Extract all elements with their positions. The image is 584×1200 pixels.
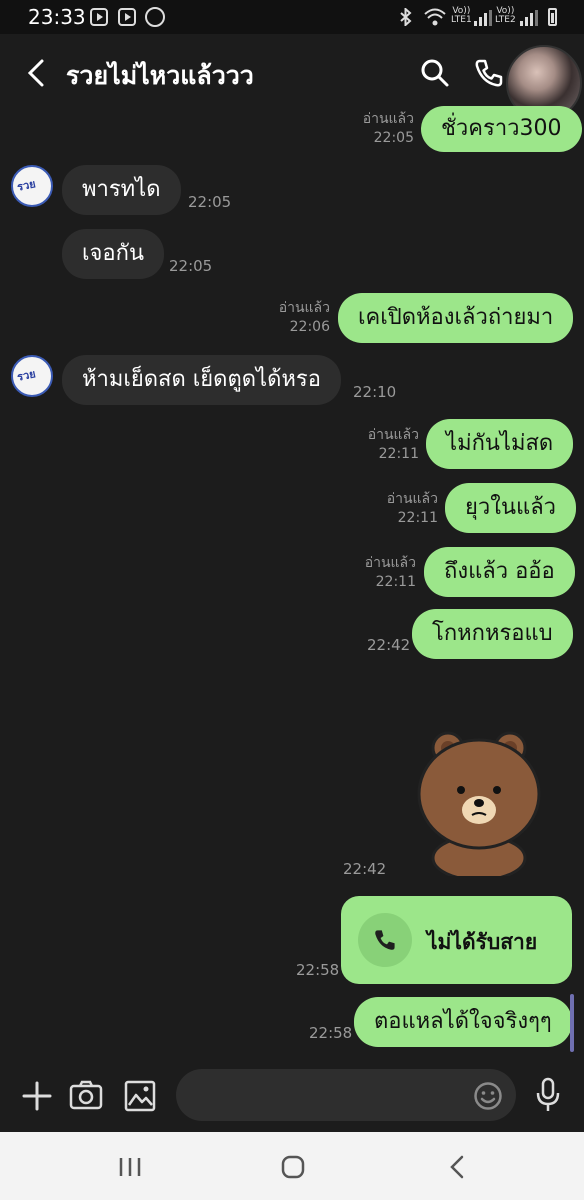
recent-apps-icon[interactable] xyxy=(118,1156,142,1178)
message-time: 22:42 xyxy=(343,860,387,878)
message-meta: อ่านแล้ว 22:05 xyxy=(340,110,414,148)
read-receipt: อ่านแล้ว xyxy=(364,555,416,571)
lte2-label: LTE2 xyxy=(495,15,516,25)
back-nav-icon[interactable] xyxy=(448,1155,466,1179)
message-time: 22:06 xyxy=(289,319,330,335)
back-arrow-icon[interactable] xyxy=(24,58,50,88)
avatar-logo-text: รวย xyxy=(15,177,37,194)
youtube-icon xyxy=(90,8,108,26)
outgoing-message[interactable]: ตอแหลได้ใจจริงๆๆ xyxy=(354,997,572,1047)
read-receipt: อ่านแล้ว xyxy=(367,427,419,443)
status-time: 23:33 xyxy=(28,5,86,29)
outgoing-message[interactable]: โกหกหรอแบ xyxy=(412,609,573,659)
bluetooth-icon xyxy=(400,8,412,26)
phone-icon[interactable] xyxy=(474,58,504,88)
signal-icon xyxy=(520,10,538,26)
message-time: 22:11 xyxy=(375,574,416,590)
phone-icon xyxy=(375,930,395,950)
status-bar: 23:33 Vo)) LTE1 Vo)) LTE2 xyxy=(0,0,584,34)
message-time: 22:05 xyxy=(373,130,414,146)
read-receipt: อ่านแล้ว xyxy=(362,111,414,127)
message-time: 22:42 xyxy=(367,636,411,654)
battery-icon xyxy=(548,8,557,26)
lte1-indicator: Vo)) LTE1 xyxy=(451,7,472,25)
message-time: 22:11 xyxy=(378,446,419,462)
home-icon[interactable] xyxy=(281,1155,305,1179)
message-time: 22:11 xyxy=(397,510,438,526)
scrollbar[interactable] xyxy=(570,994,574,1052)
missed-call-label: ไม่ได้รับสาย xyxy=(427,930,538,954)
incoming-message[interactable]: ห้ามเย็ดสด เย็ดตูดได้หรอ xyxy=(62,355,341,405)
search-icon[interactable] xyxy=(420,58,450,88)
incoming-message[interactable]: พารทได xyxy=(62,165,181,215)
message-input[interactable] xyxy=(176,1069,516,1121)
message-time: 22:10 xyxy=(353,383,397,401)
outgoing-message[interactable]: เคเปิดห้องเล้วถ่ายมา xyxy=(338,293,574,343)
message-meta: อ่านแล้ว 22:11 xyxy=(342,554,416,592)
incoming-message[interactable]: เจอกัน xyxy=(62,229,164,279)
emoji-icon[interactable] xyxy=(473,1081,503,1111)
message-meta: อ่านแล้ว 22:06 xyxy=(256,299,330,337)
read-receipt: อ่านแล้ว xyxy=(278,300,330,316)
call-icon-circle xyxy=(358,913,412,967)
wifi-icon xyxy=(424,8,446,26)
youtube-icon xyxy=(118,8,136,26)
lte2-indicator: Vo)) LTE2 xyxy=(495,7,516,25)
plus-icon[interactable] xyxy=(22,1081,52,1111)
message-time: 22:58 xyxy=(296,961,340,979)
message-time: 22:05 xyxy=(169,257,213,275)
camera-icon[interactable] xyxy=(69,1079,103,1111)
message-time: 22:58 xyxy=(309,1024,353,1042)
outgoing-message[interactable]: ยุวในแล้ว xyxy=(445,483,577,533)
message-meta: อ่านแล้ว 22:11 xyxy=(364,490,438,528)
brown-bear-sticker[interactable] xyxy=(414,730,544,876)
outgoing-message[interactable]: ชั่วคราว300 xyxy=(421,106,582,152)
signal-icon xyxy=(474,10,492,26)
outgoing-message[interactable]: ถึงแล้ว ออ้อ xyxy=(424,547,575,597)
missed-call-bubble[interactable]: ไม่ได้รับสาย xyxy=(341,896,572,984)
message-time: 22:05 xyxy=(188,193,232,211)
image-icon[interactable] xyxy=(124,1080,156,1112)
chat-title-overlay: รวยไม่ไหวแล้ววว xyxy=(66,61,254,90)
avatar-logo-text: รวย xyxy=(15,367,37,384)
contact-avatar[interactable]: รวย xyxy=(11,355,53,397)
lte1-label: LTE1 xyxy=(451,15,472,25)
contact-avatar[interactable]: รวย xyxy=(11,165,53,207)
microphone-icon[interactable] xyxy=(535,1077,561,1113)
messenger-icon xyxy=(145,7,165,27)
read-receipt: อ่านแล้ว xyxy=(386,491,438,507)
outgoing-message[interactable]: ไม่กันไม่สด xyxy=(426,419,574,469)
message-meta: อ่านแล้ว 22:11 xyxy=(345,426,419,464)
